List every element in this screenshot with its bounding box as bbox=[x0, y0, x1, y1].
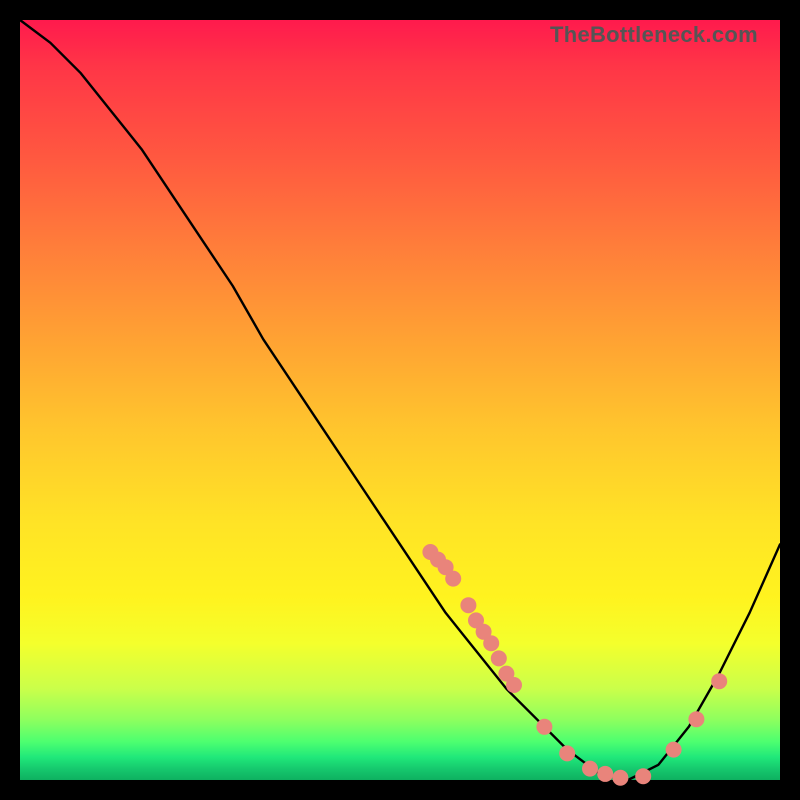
data-marker bbox=[506, 677, 522, 693]
data-marker bbox=[536, 719, 552, 735]
data-marker bbox=[711, 673, 727, 689]
data-marker bbox=[491, 650, 507, 666]
curve-layer bbox=[20, 20, 780, 780]
data-marker bbox=[635, 768, 651, 784]
data-marker bbox=[445, 571, 461, 587]
marker-group bbox=[422, 544, 727, 786]
data-marker bbox=[483, 635, 499, 651]
data-marker bbox=[688, 711, 704, 727]
data-marker bbox=[666, 742, 682, 758]
data-marker bbox=[460, 597, 476, 613]
data-marker bbox=[597, 766, 613, 782]
bottleneck-curve bbox=[20, 20, 780, 780]
data-marker bbox=[582, 761, 598, 777]
data-marker bbox=[559, 745, 575, 761]
watermark-text: TheBottleneck.com bbox=[550, 22, 758, 48]
chart-frame: TheBottleneck.com bbox=[20, 20, 780, 780]
data-marker bbox=[612, 770, 628, 786]
